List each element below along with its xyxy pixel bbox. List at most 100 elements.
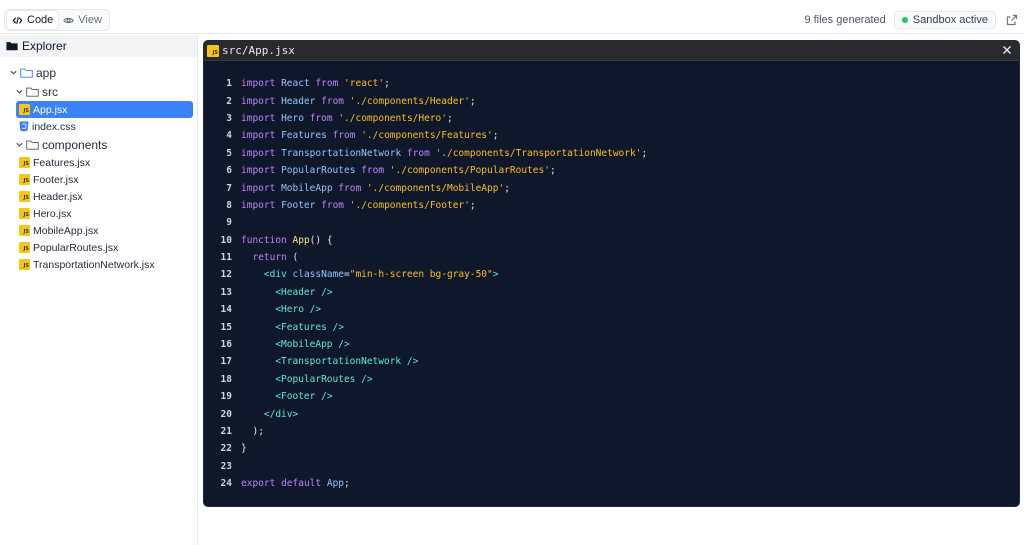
status-dot-icon [901, 17, 908, 23]
code-line-text: <Header /> [275, 286, 333, 298]
line-number: 11 [220, 252, 232, 264]
line-number: 24 [220, 478, 232, 490]
code-line: 16 <MobileApp /> [204, 336, 1019, 353]
code-line: 1 import React from 'react'; [204, 75, 1019, 92]
line-number: 5 [226, 147, 232, 159]
code-line: 10 function App() { [204, 232, 1019, 249]
tree-file-transportationnetwork-jsx[interactable]: JS TransportationNetwork.jsx [0, 256, 197, 273]
line-number: 1 [226, 78, 232, 90]
line-number: 10 [220, 234, 232, 246]
line-number: 22 [220, 443, 232, 455]
chevron-down-icon [16, 142, 23, 147]
code-line-text: } [241, 443, 247, 455]
tree-file-label: index.css [32, 120, 76, 133]
external-link-icon[interactable] [1006, 14, 1018, 26]
line-number: 3 [226, 112, 232, 124]
code-view-toggle: Code View [4, 9, 110, 31]
js-file-icon: JS [19, 242, 30, 253]
code-tab[interactable]: Code [7, 11, 59, 29]
folder-icon [26, 87, 39, 97]
code-line-text: import MobileApp from './components/Mobi… [241, 182, 510, 194]
chevron-down-icon [10, 70, 17, 75]
tree-file-footer-jsx[interactable]: JS Footer.jsx [0, 171, 197, 188]
sandbox-status-badge: Sandbox active [893, 11, 996, 29]
folder-open-icon [20, 68, 33, 78]
folder-icon [26, 140, 39, 150]
code-line: 21 ); [204, 423, 1019, 440]
code-line-text: export default App; [241, 478, 350, 490]
line-number: 7 [226, 182, 232, 194]
tree-file-hero-jsx[interactable]: JS Hero.jsx [0, 205, 197, 222]
tree-folder-app[interactable]: app [0, 63, 197, 82]
code-line: 7 import MobileApp from './components/Mob… [204, 179, 1019, 196]
code-line-text: import Header from './components/Header'… [241, 95, 476, 107]
view-tab[interactable]: View [58, 11, 107, 29]
line-number: 15 [220, 321, 232, 333]
line-number: 18 [220, 373, 232, 385]
code-line-text: import Footer from './components/Footer'… [241, 199, 476, 211]
file-tree: app src JS App.jsx index.css components … [0, 57, 197, 273]
css-file-icon [19, 121, 29, 132]
code-line: 5 import TransportationNetwork from './co… [204, 145, 1019, 162]
tree-file-index-css[interactable]: index.css [0, 118, 197, 135]
line-number: 12 [220, 269, 232, 281]
tree-file-popularroutes-jsx[interactable]: JS PopularRoutes.jsx [0, 239, 197, 256]
code-line: 24 export default App; [204, 475, 1019, 492]
top-bar: Code View 9 files generated Sandbox acti… [0, 0, 1024, 34]
tree-file-label: Features.jsx [33, 156, 91, 169]
tree-folder-components[interactable]: components [0, 135, 197, 154]
editor-tab-title: src/App.jsx [222, 44, 295, 57]
view-tab-label: View [78, 14, 102, 26]
code-icon [12, 16, 23, 24]
code-line: 19 <Footer /> [204, 388, 1019, 405]
js-file-icon: JS [19, 259, 30, 270]
tree-folder-src[interactable]: src [0, 82, 197, 101]
code-line: 18 <PopularRoutes /> [204, 371, 1019, 388]
code-line-text: <MobileApp /> [275, 339, 350, 351]
folder-icon [6, 42, 18, 51]
code-line: 17 <TransportationNetwork /> [204, 353, 1019, 370]
tree-file-label: TransportationNetwork.jsx [33, 258, 155, 271]
code-line: 9 [204, 214, 1019, 231]
chevron-down-icon [16, 89, 23, 94]
code-line: 2 import Header from './components/Header… [204, 92, 1019, 109]
explorer-header: Explorer [0, 35, 197, 57]
editor-tab: JS src/App.jsx [204, 41, 1019, 61]
code-line: 14 <Hero /> [204, 301, 1019, 318]
code-line: 11 return ( [204, 249, 1019, 266]
code-content[interactable]: 1 import React from 'react'; 2 import Heade… [204, 61, 1019, 492]
close-icon[interactable] [1001, 44, 1013, 56]
code-line-text: <div className="min-h-screen bg-gray-50"… [263, 269, 499, 281]
tree-file-mobileapp-jsx[interactable]: JS MobileApp.jsx [0, 222, 197, 239]
code-line-text: <Hero /> [275, 304, 322, 316]
code-line: 20 </div> [204, 405, 1019, 422]
js-file-icon: JS [19, 191, 30, 202]
eye-icon [63, 17, 74, 23]
js-file-icon: JS [19, 157, 30, 168]
line-number: 8 [226, 199, 232, 211]
line-number: 17 [220, 356, 232, 368]
tree-file-app-jsx[interactable]: JS App.jsx [16, 101, 193, 118]
code-line-text: import Hero from './components/Hero'; [241, 112, 453, 124]
tree-file-header-jsx[interactable]: JS Header.jsx [0, 188, 197, 205]
code-line: 13 <Header /> [204, 284, 1019, 301]
code-line: 6 import PopularRoutes from './components… [204, 162, 1019, 179]
js-file-icon: JS [19, 208, 30, 219]
line-number: 21 [220, 426, 232, 437]
line-number: 9 [226, 217, 232, 229]
line-number: 13 [220, 286, 232, 298]
code-line: 4 import Features from './components/Feat… [204, 127, 1019, 144]
top-right-status: 9 files generated Sandbox active [804, 10, 1018, 30]
line-number: 6 [226, 165, 232, 177]
code-line: 22} [204, 440, 1019, 457]
tree-file-label: MobileApp.jsx [33, 224, 99, 237]
line-number: 16 [220, 339, 232, 351]
code-line: 12 <div className="min-h-screen bg-gray-… [204, 266, 1019, 283]
tree-folder-label: components [42, 137, 108, 152]
tree-file-features-jsx[interactable]: JS Features.jsx [0, 154, 197, 171]
code-line: 8 import Footer from './components/Footer… [204, 197, 1019, 214]
code-line-text: <TransportationNetwork /> [275, 356, 419, 368]
code-line: 23 [204, 458, 1019, 475]
code-line-text: ); [252, 426, 264, 437]
code-line-text: function App() { [241, 234, 333, 246]
